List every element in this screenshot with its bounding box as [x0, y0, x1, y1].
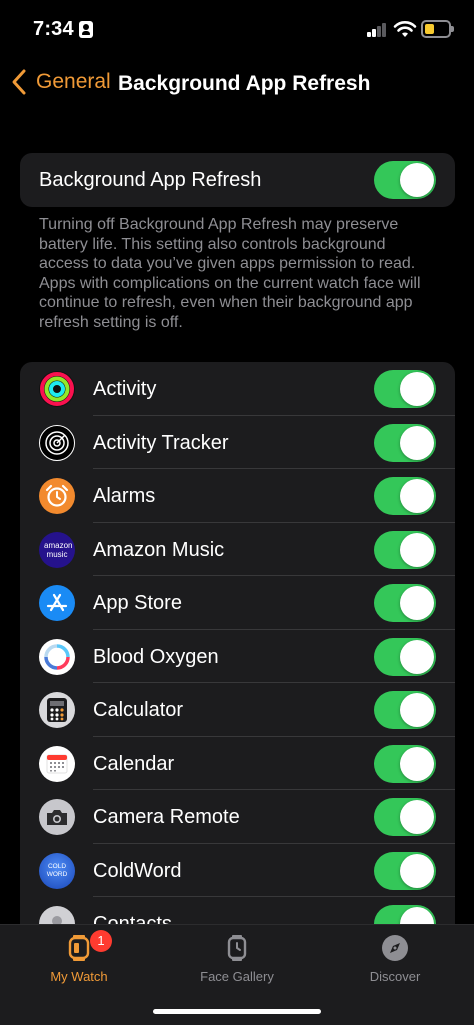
app-name: Amazon Music — [93, 538, 225, 561]
list-item-calendar: Calendar — [20, 737, 455, 790]
amazon-music-toggle[interactable] — [374, 530, 436, 569]
back-button[interactable]: General — [10, 68, 111, 96]
list-item-amazon-music: amazon music Amazon Music — [20, 523, 455, 576]
list-item-activity-tracker: Activity Tracker — [20, 416, 455, 469]
app-name: Blood Oxygen — [93, 645, 219, 668]
page-title: Background App Refresh — [118, 72, 371, 95]
list-item-activity: Activity — [20, 362, 455, 416]
app-name: Calculator — [93, 699, 184, 721]
list-item-coldword: COLD WORD ColdWord — [20, 844, 455, 897]
status-time: 7:34 — [33, 18, 74, 40]
cellular-signal-icon — [367, 23, 387, 37]
app-name: Activity — [93, 378, 157, 400]
compass-icon — [382, 935, 408, 961]
tab-label: My Watch — [50, 969, 108, 984]
blood-oxygen-toggle[interactable] — [374, 637, 436, 676]
face-gallery-icon — [227, 935, 247, 961]
activity-rings-icon — [39, 371, 75, 407]
app-store-toggle[interactable] — [374, 584, 436, 622]
list-item-calculator: Calculator — [20, 683, 455, 737]
main-setting-row: Background App Refresh — [20, 153, 455, 207]
activity-toggle[interactable] — [374, 370, 436, 408]
app-name: ColdWord — [93, 859, 182, 882]
coldword-toggle[interactable] — [374, 851, 436, 890]
calendar-toggle[interactable] — [374, 744, 436, 783]
wifi-icon — [393, 21, 417, 37]
tab-my-watch[interactable]: 1 My Watch — [0, 925, 158, 995]
amazon-music-icon: amazon music — [39, 531, 75, 568]
alarms-toggle[interactable] — [374, 477, 436, 515]
calculator-icon — [39, 692, 75, 728]
app-name: Calendar — [93, 752, 175, 775]
list-item-app-store: App Store — [20, 576, 455, 630]
tab-label: Discover — [369, 969, 421, 984]
setting-description: Turning off Background App Refresh may p… — [39, 216, 421, 331]
status-bar: 7:34 — [0, 0, 474, 58]
background-app-refresh-toggle[interactable] — [374, 161, 436, 199]
camera-icon — [39, 799, 75, 835]
home-indicator[interactable] — [153, 1009, 321, 1014]
tab-label: Face Gallery — [200, 969, 274, 984]
app-name: App Store — [93, 592, 182, 614]
tab-discover[interactable]: Discover — [316, 925, 474, 995]
app-name: Camera Remote — [93, 806, 240, 828]
activity-tracker-icon — [39, 424, 75, 461]
coldword-icon: COLD WORD — [39, 852, 75, 889]
chevron-left-icon — [12, 69, 26, 95]
contact-card-icon — [79, 21, 93, 38]
app-name: Alarms — [93, 485, 156, 507]
activity-tracker-toggle[interactable] — [374, 423, 436, 462]
tab-face-gallery[interactable]: Face Gallery — [158, 925, 316, 995]
camera-remote-toggle[interactable] — [374, 798, 436, 836]
battery-icon — [421, 20, 454, 38]
list-item-alarms: Alarms — [20, 469, 455, 523]
app-list: Activity Activity Tracker Alarms amazon … — [20, 362, 455, 962]
app-name: Activity Tracker — [93, 431, 229, 454]
main-setting-label: Background App Refresh — [39, 169, 262, 191]
blood-oxygen-icon — [39, 638, 75, 675]
back-button-label: General — [36, 70, 111, 93]
navigation-bar: General Background App Refresh — [0, 60, 474, 108]
list-item-blood-oxygen: Blood Oxygen — [20, 630, 455, 683]
calendar-icon — [39, 745, 75, 782]
app-store-icon — [39, 585, 75, 621]
toggle-knob — [400, 163, 434, 197]
calculator-toggle[interactable] — [374, 691, 436, 729]
alarm-clock-icon — [39, 478, 75, 514]
notification-badge: 1 — [90, 930, 112, 952]
list-item-camera-remote: Camera Remote — [20, 790, 455, 844]
